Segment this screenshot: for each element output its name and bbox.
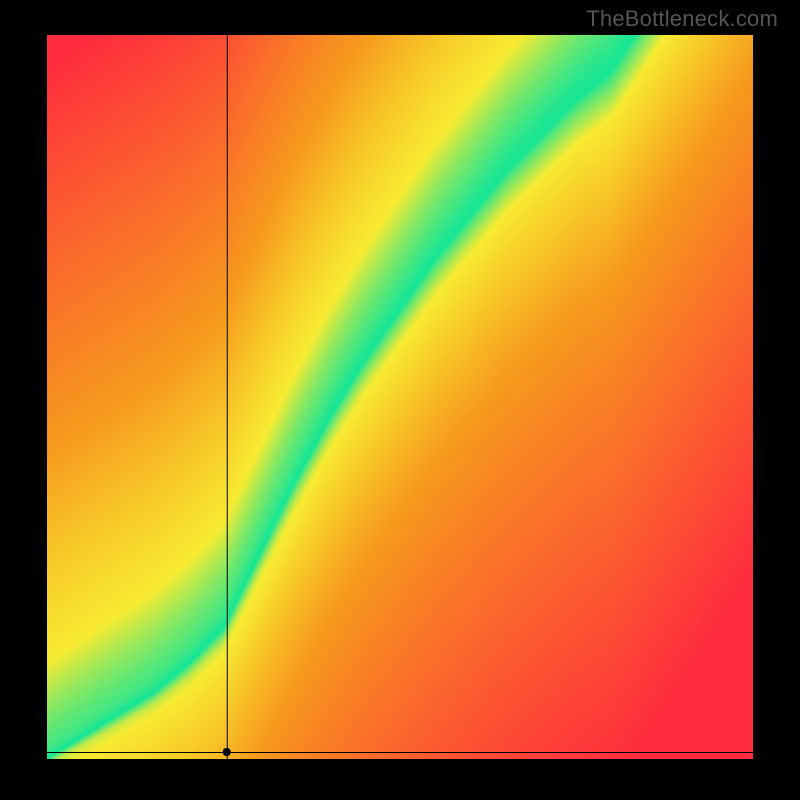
watermark-label: TheBottleneck.com [586,6,778,32]
bottleneck-heatmap [47,35,753,759]
chart-frame: TheBottleneck.com [0,0,800,800]
